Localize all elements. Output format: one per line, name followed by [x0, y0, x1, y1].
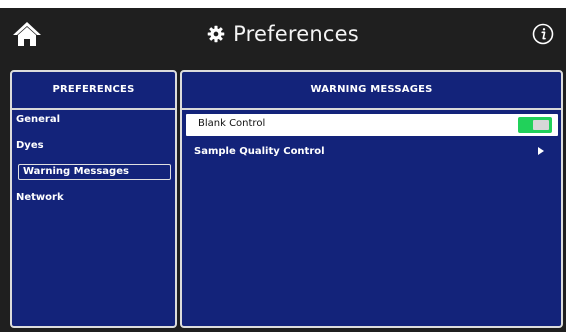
sidebar-item-dyes[interactable]: Dyes	[16, 140, 44, 151]
blank-control-toggle[interactable]	[518, 117, 552, 133]
info-icon	[532, 23, 554, 45]
sidebar-item-network[interactable]: Network	[16, 192, 64, 203]
warning-messages-panel: WARNING MESSAGES Blank Control Sample Qu…	[180, 70, 563, 328]
top-bar: Preferences	[0, 8, 566, 60]
title-area: Preferences	[0, 8, 566, 60]
blank-control-label: Blank Control	[198, 118, 266, 129]
preferences-panel-header: PREFERENCES	[12, 72, 175, 110]
app-screen: Preferences PREFERENCES General Dyes War…	[0, 8, 566, 332]
sample-quality-control-row[interactable]: Sample Quality Control	[194, 146, 325, 157]
sidebar-item-general[interactable]: General	[16, 114, 60, 125]
preferences-panel: PREFERENCES General Dyes Warning Message…	[10, 70, 177, 328]
warning-messages-panel-header: WARNING MESSAGES	[182, 72, 561, 110]
blank-control-row[interactable]: Blank Control	[186, 114, 558, 136]
chevron-right-icon[interactable]	[537, 146, 545, 156]
page-title: Preferences	[233, 22, 359, 46]
gear-icon	[207, 25, 225, 43]
sidebar-item-warning-messages[interactable]: Warning Messages	[18, 164, 171, 180]
toggle-knob	[533, 120, 549, 130]
info-button[interactable]	[532, 23, 554, 45]
